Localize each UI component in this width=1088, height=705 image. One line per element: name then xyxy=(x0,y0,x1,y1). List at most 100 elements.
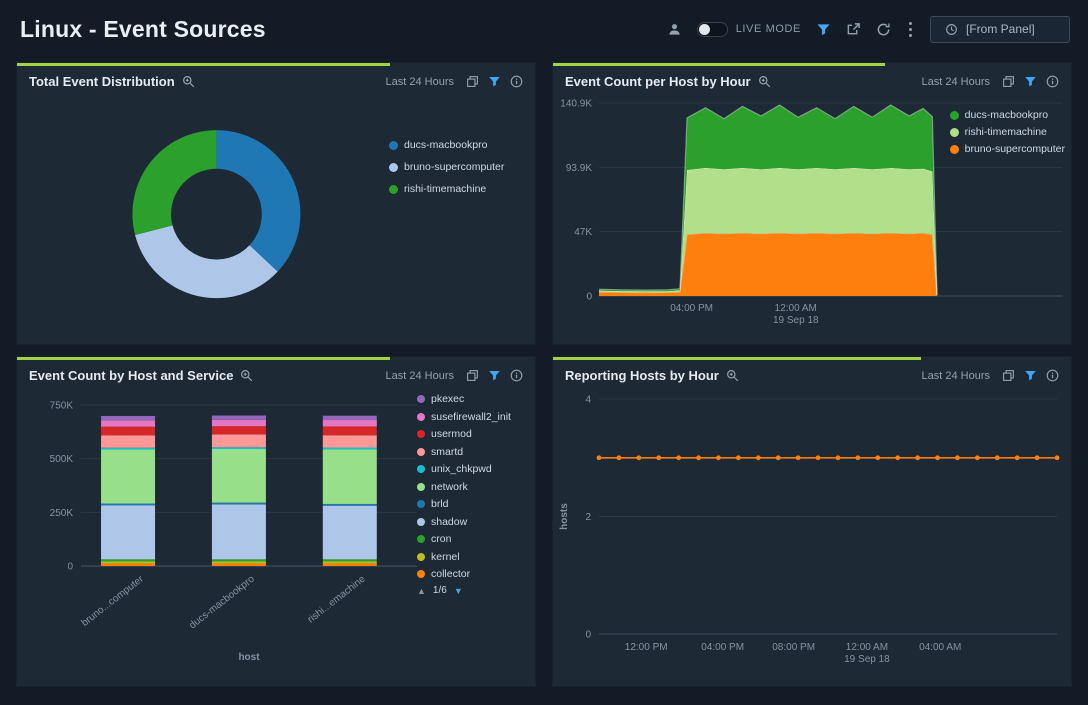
legend-label: shadow xyxy=(431,516,467,528)
legend-dot xyxy=(950,111,959,120)
panel-total-event-distribution: Total Event Distribution Last 24 Hours xyxy=(16,62,536,345)
toggle-knob xyxy=(699,24,710,35)
legend-item[interactable]: smartd xyxy=(417,446,527,458)
legend-item[interactable]: ducs-macbookpro xyxy=(950,109,1065,121)
donut-chart[interactable] xyxy=(17,99,535,344)
legend-dot xyxy=(417,553,425,561)
zoom-in-icon[interactable] xyxy=(182,75,195,88)
panel-grid: Total Event Distribution Last 24 Hours xyxy=(0,58,1088,703)
panel-header: Total Event Distribution Last 24 Hours xyxy=(17,63,535,94)
legend-label: bruno-supercomputer xyxy=(404,161,504,173)
svg-text:hosts: hosts xyxy=(559,503,570,530)
legend-label: network xyxy=(431,481,468,493)
legend-dot xyxy=(950,128,959,137)
time-range-button[interactable]: [From Panel] xyxy=(930,16,1070,43)
svg-text:0: 0 xyxy=(585,630,591,641)
legend-label: ducs-macbookpro xyxy=(404,139,487,151)
svg-text:0: 0 xyxy=(586,292,592,303)
zoom-in-icon[interactable] xyxy=(240,369,253,382)
svg-text:04:00 PM: 04:00 PM xyxy=(670,303,713,314)
filter-icon[interactable] xyxy=(816,22,831,37)
svg-text:750K: 750K xyxy=(50,401,74,412)
legend-item[interactable]: rishi-timemachine xyxy=(950,126,1065,138)
chart-legend: ducs-macbookpro rishi-timemachine bruno-su… xyxy=(950,109,1065,155)
legend-dot xyxy=(389,163,398,172)
legend-dot xyxy=(417,535,425,543)
panel-header: Event Count by Host and Service Last 24 … xyxy=(17,357,535,388)
panel-header: Event Count per Host by Hour Last 24 Hou… xyxy=(553,63,1071,94)
copy-panel-icon[interactable] xyxy=(466,369,479,382)
legend-item[interactable]: collector xyxy=(417,568,527,580)
svg-text:500K: 500K xyxy=(50,454,74,465)
copy-panel-icon[interactable] xyxy=(1002,75,1015,88)
legend-label: brld xyxy=(431,498,449,510)
info-icon[interactable] xyxy=(1046,369,1059,382)
panel-event-count-by-host-service: Event Count by Host and Service Last 24 … xyxy=(16,356,536,687)
svg-text:2: 2 xyxy=(585,512,591,523)
legend-label: unix_chkpwd xyxy=(431,463,492,475)
top-bar: Linux - Event Sources LIVE MODE [From P xyxy=(0,0,1088,58)
copy-panel-icon[interactable] xyxy=(466,75,479,88)
legend-label: rishi-timemachine xyxy=(404,183,486,195)
legend-item[interactable]: brld xyxy=(417,498,527,510)
zoom-in-icon[interactable] xyxy=(726,369,739,382)
time-range-label: Last 24 Hours xyxy=(386,76,454,88)
panel-filter-icon[interactable] xyxy=(488,75,501,88)
legend-item[interactable]: rishi-timemachine xyxy=(389,183,504,195)
pager-up-icon[interactable]: ▲ xyxy=(417,586,426,596)
panel-filter-icon[interactable] xyxy=(1024,369,1037,382)
info-icon[interactable] xyxy=(510,369,523,382)
legend-label: ducs-macbookpro xyxy=(965,109,1048,121)
panel-event-count-per-host: Event Count per Host by Hour Last 24 Hou… xyxy=(552,62,1072,345)
line-chart[interactable]: 02412:00 PM04:00 PM08:00 PM12:00 AM19 Se… xyxy=(553,393,1071,686)
svg-text:19 Sep 18: 19 Sep 18 xyxy=(773,315,819,326)
legend-dot xyxy=(417,500,425,508)
svg-text:08:00 PM: 08:00 PM xyxy=(772,642,815,653)
legend-item[interactable]: cron xyxy=(417,533,527,545)
share-icon[interactable] xyxy=(846,22,861,37)
legend-item[interactable]: kernel xyxy=(417,551,527,563)
info-icon[interactable] xyxy=(510,75,523,88)
user-icon[interactable] xyxy=(667,22,682,37)
panel-filter-icon[interactable] xyxy=(488,369,501,382)
legend-label: collector xyxy=(431,568,470,580)
time-range-label: Last 24 Hours xyxy=(386,370,454,382)
live-mode-toggle[interactable] xyxy=(697,22,728,37)
svg-text:19 Sep 18: 19 Sep 18 xyxy=(844,654,890,665)
legend-label: kernel xyxy=(431,551,460,563)
legend-label: susefirewall2_init xyxy=(431,411,511,423)
copy-panel-icon[interactable] xyxy=(1002,369,1015,382)
legend-dot xyxy=(417,448,425,456)
pager-down-icon[interactable]: ▼ xyxy=(454,586,463,596)
legend-label: cron xyxy=(431,533,451,545)
legend-item[interactable]: pkexec xyxy=(417,393,527,405)
legend-item[interactable]: bruno-supercomputer xyxy=(950,143,1065,155)
legend-dot xyxy=(417,518,425,526)
refresh-icon[interactable] xyxy=(876,22,891,37)
legend-dot xyxy=(417,570,425,578)
top-bar-controls: LIVE MODE [From Panel] xyxy=(667,16,1070,43)
legend-pager: ▲ 1/6 ▼ xyxy=(417,585,527,596)
svg-text:ducs-macbookpro: ducs-macbookpro xyxy=(187,573,257,631)
legend-label: pkexec xyxy=(431,393,464,405)
panel-filter-icon[interactable] xyxy=(1024,75,1037,88)
legend-item[interactable]: ducs-macbookpro xyxy=(389,139,504,151)
legend-item[interactable]: bruno-supercomputer xyxy=(389,161,504,173)
time-range-label: Last 24 Hours xyxy=(922,76,990,88)
legend-item[interactable]: usermod xyxy=(417,428,527,440)
zoom-in-icon[interactable] xyxy=(758,75,771,88)
legend-item[interactable]: network xyxy=(417,481,527,493)
time-range-label: Last 24 Hours xyxy=(922,370,990,382)
info-icon[interactable] xyxy=(1046,75,1059,88)
legend-item[interactable]: unix_chkpwd xyxy=(417,463,527,475)
kebab-menu-icon[interactable] xyxy=(906,20,915,38)
legend-dot xyxy=(389,141,398,150)
legend-dot xyxy=(389,185,398,194)
svg-text:12:00 AM: 12:00 AM xyxy=(846,642,888,653)
page-title: Linux - Event Sources xyxy=(20,16,266,43)
svg-text:12:00 PM: 12:00 PM xyxy=(625,642,668,653)
legend-item[interactable]: susefirewall2_init xyxy=(417,411,527,423)
legend-item[interactable]: shadow xyxy=(417,516,527,528)
time-range-button-label: [From Panel] xyxy=(966,22,1035,36)
svg-text:host: host xyxy=(238,652,260,663)
